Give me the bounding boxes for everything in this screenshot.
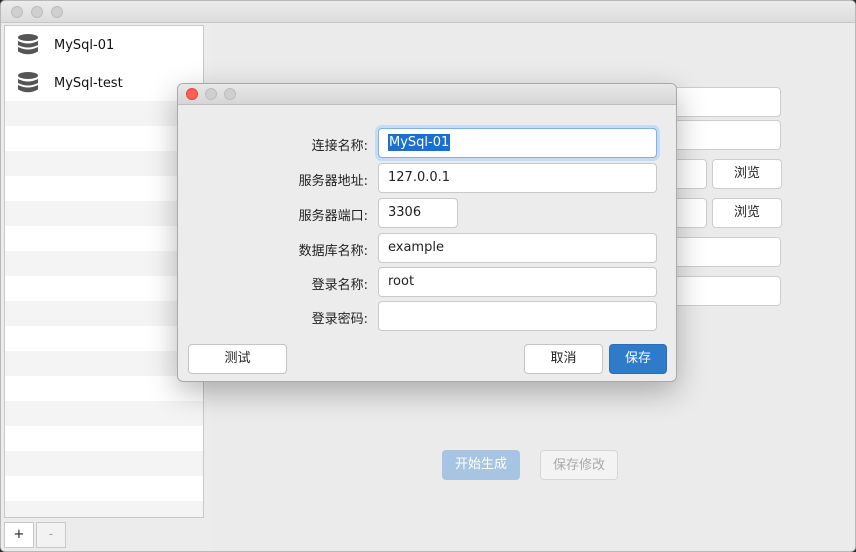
remove-connection-button[interactable]: - xyxy=(36,522,66,548)
dialog-close-button[interactable] xyxy=(186,88,198,100)
dialog-minimize-button[interactable] xyxy=(205,88,217,100)
login-name-label: 登录名称: xyxy=(311,278,368,293)
login-name-field[interactable]: root xyxy=(378,267,657,297)
close-window-button[interactable] xyxy=(11,6,23,18)
list-stripe xyxy=(5,501,203,517)
add-connection-button[interactable]: + xyxy=(4,522,34,548)
list-stripe xyxy=(5,451,203,476)
cancel-button[interactable]: 取消 xyxy=(524,344,603,374)
connection-item-mysql-01[interactable]: MySql-01 xyxy=(5,26,203,64)
connection-name: MySql-test xyxy=(54,75,123,91)
save-button[interactable]: 保存 xyxy=(609,344,667,374)
dialog-zoom-button[interactable] xyxy=(224,88,236,100)
browse-button[interactable]: 浏览 xyxy=(712,198,782,228)
login-password-label: 登录密码: xyxy=(311,312,368,327)
connection-item-mysql-test[interactable]: MySql-test xyxy=(5,64,203,102)
main-titlebar xyxy=(1,1,855,23)
connection-dialog: 连接名称: MySql-01 服务器地址: 127.0.0.1 服务器端口: 3… xyxy=(177,83,677,382)
list-stripe xyxy=(5,151,203,176)
test-connection-button[interactable]: 测试 xyxy=(188,344,287,374)
database-icon xyxy=(18,34,38,55)
server-address-label: 服务器地址: xyxy=(298,174,368,189)
list-stripe xyxy=(5,251,203,276)
server-port-field[interactable]: 3306 xyxy=(378,198,458,228)
connection-list[interactable]: MySql-01 MySql-test xyxy=(4,25,204,518)
server-address-field[interactable]: 127.0.0.1 xyxy=(378,163,657,193)
list-stripe xyxy=(5,201,203,226)
database-name-label: 数据库名称: xyxy=(298,244,368,259)
connection-name-field[interactable]: MySql-01 xyxy=(378,128,657,158)
database-name-field[interactable]: example xyxy=(378,233,657,263)
login-password-field[interactable] xyxy=(378,301,657,331)
zoom-window-button[interactable] xyxy=(51,6,63,18)
server-port-label: 服务器端口: xyxy=(298,209,368,224)
browse-button[interactable]: 浏览 xyxy=(712,159,782,189)
sidebar-toolbar: + - xyxy=(4,520,204,550)
start-generate-button[interactable]: 开始生成 xyxy=(442,450,520,480)
list-stripe xyxy=(5,401,203,426)
dialog-titlebar xyxy=(178,84,676,105)
selected-text: MySql-01 xyxy=(388,134,451,151)
save-changes-button[interactable]: 保存修改 xyxy=(540,450,618,480)
list-stripe xyxy=(5,101,203,126)
connection-name: MySql-01 xyxy=(54,37,115,53)
list-stripe xyxy=(5,351,203,376)
list-stripe xyxy=(5,301,203,326)
minimize-window-button[interactable] xyxy=(31,6,43,18)
database-icon xyxy=(18,72,38,93)
connection-name-label: 连接名称: xyxy=(311,139,368,154)
